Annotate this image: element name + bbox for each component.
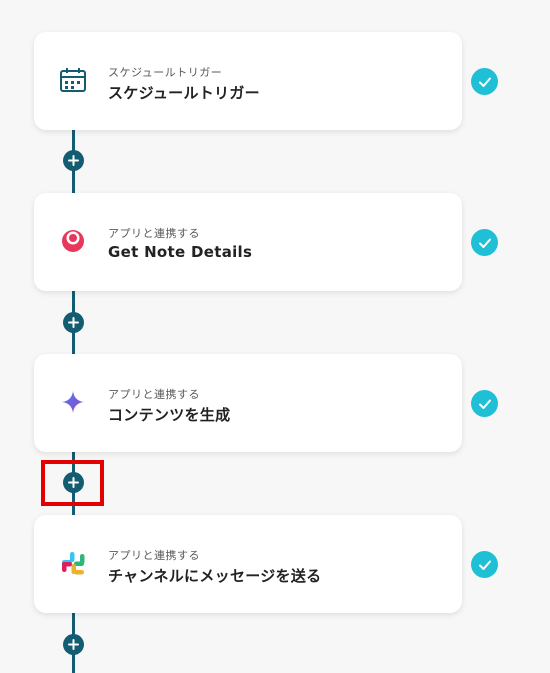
- highlight-box: [41, 460, 104, 506]
- step-card-generate-content[interactable]: アプリと連携する コンテンツを生成: [34, 354, 462, 452]
- note-app-icon: [58, 226, 88, 256]
- step-subtitle: アプリと連携する: [108, 388, 200, 401]
- add-step-button[interactable]: [63, 312, 84, 333]
- step-title: スケジュールトリガー: [108, 84, 260, 102]
- add-step-button[interactable]: [63, 634, 84, 655]
- step-title: コンテンツを生成: [108, 406, 231, 424]
- step-subtitle: アプリと連携する: [108, 549, 200, 562]
- check-icon: [471, 390, 498, 417]
- workflow-canvas: スケジュールトリガー スケジュールトリガー アプリと連携する Get Note …: [0, 0, 550, 673]
- add-step-button[interactable]: [63, 150, 84, 171]
- step-card-get-note-details[interactable]: アプリと連携する Get Note Details: [34, 193, 462, 291]
- ai-sparkle-icon: [58, 387, 88, 417]
- step-title: チャンネルにメッセージを送る: [108, 567, 322, 585]
- slack-icon: [58, 548, 88, 578]
- check-icon: [471, 68, 498, 95]
- step-subtitle: アプリと連携する: [108, 227, 200, 240]
- step-card-schedule-trigger[interactable]: スケジュールトリガー スケジュールトリガー: [34, 32, 462, 130]
- check-icon: [471, 229, 498, 256]
- calendar-clock-icon: [58, 65, 88, 95]
- step-card-send-channel-message[interactable]: アプリと連携する チャンネルにメッセージを送る: [34, 515, 462, 613]
- step-subtitle: スケジュールトリガー: [108, 66, 223, 79]
- step-title: Get Note Details: [108, 243, 253, 261]
- check-icon: [471, 551, 498, 578]
